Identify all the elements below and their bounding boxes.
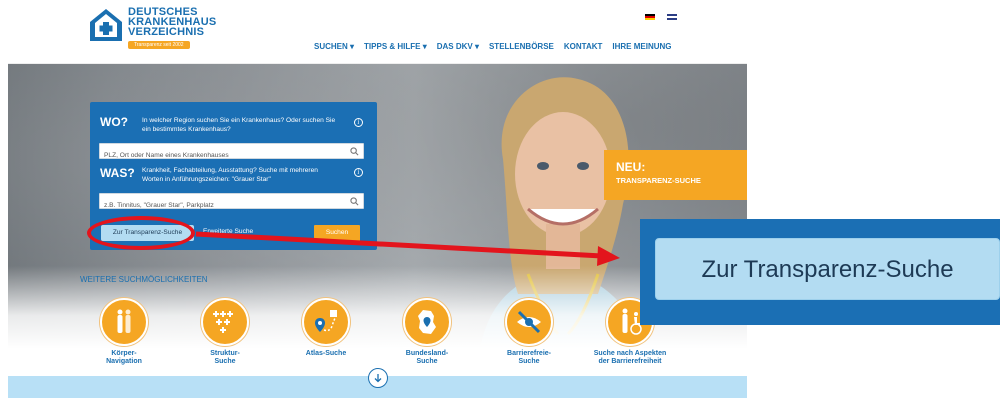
was-description: Krankheit, Fachabteilung, Ausstattung? S… [142, 167, 318, 183]
nav-suchen[interactable]: SUCHEN ▾ [314, 42, 354, 51]
neu-banner-title: NEU: [616, 160, 646, 174]
wo-search-input[interactable] [100, 148, 340, 163]
logo[interactable]: DEUTSCHES KRANKENHAUS VERZEICHNIS Transp… [88, 7, 216, 49]
highlight-ellipse [87, 216, 195, 250]
logo-tagline: Transparenz seit 2002 [128, 41, 190, 49]
search-icon[interactable] [350, 197, 359, 206]
uk-flag-icon[interactable] [667, 14, 677, 20]
de-flag-icon[interactable] [645, 14, 655, 20]
search-icon[interactable] [350, 147, 359, 156]
was-search-input[interactable] [100, 198, 340, 213]
nav-tipps-hilfe[interactable]: TIPPS & HILFE ▾ [364, 42, 427, 51]
site-header: DEUTSCHES KRANKENHAUS VERZEICHNIS Transp… [8, 0, 747, 64]
option-barrierefreie-suche[interactable]: Barrierefreie- Suche [484, 298, 574, 366]
was-info-icon[interactable]: i [354, 168, 363, 177]
crosses-icon [201, 298, 249, 346]
nav-ihre-meinung[interactable]: IHRE MEINUNG [612, 42, 671, 51]
option-label: Suche nach Aspekten der Barrierefreiheit [593, 350, 667, 365]
was-input-wrapper [99, 193, 364, 213]
nav-stellenboerse[interactable]: STELLENBÖRSE [489, 42, 554, 51]
option-label: Atlas-Suche [305, 350, 347, 357]
option-atlas-suche[interactable]: Atlas-Suche [281, 298, 371, 358]
search-submit-button[interactable]: Suchen [314, 225, 360, 241]
wo-input-wrapper [99, 143, 364, 163]
neu-transparenz-banner[interactable]: NEU: TRANSPARENZ-SUCHE [604, 150, 747, 200]
logo-text: DEUTSCHES KRANKENHAUS VERZEICHNIS Transp… [128, 7, 216, 49]
wo-description: In welcher Region suchen Sie ein Kranken… [142, 117, 336, 133]
main-nav: SUCHEN ▾ TIPPS & HILFE ▾ DAS DKV ▾ STELL… [314, 42, 672, 51]
option-label: Bundesland- Suche [405, 350, 449, 365]
was-label: WAS? [100, 166, 135, 180]
house-cross-logo-icon [90, 9, 122, 41]
arrow-down-icon [374, 374, 382, 383]
map-route-icon [302, 298, 350, 346]
eye-crossed-icon [505, 298, 553, 346]
option-bundesland-suche[interactable]: Bundesland- Suche [382, 298, 472, 366]
nav-das-dkv[interactable]: DAS DKV ▾ [437, 42, 479, 51]
wo-label: WO? [100, 115, 128, 129]
neu-banner-subtitle: TRANSPARENZ-SUCHE [616, 176, 701, 185]
option-label: Struktur- Suche [210, 350, 240, 365]
wo-info-icon[interactable]: i [354, 118, 363, 127]
logo-line-3: VERZEICHNIS [128, 26, 205, 38]
germany-map-icon [403, 298, 451, 346]
advanced-search-link[interactable]: Erweiterte Suche [203, 228, 253, 235]
nav-kontakt[interactable]: KONTAKT [564, 42, 603, 51]
option-struktur-suche[interactable]: Struktur- Suche [180, 298, 270, 366]
zoom-callout: Zur Transparenz-Suche [640, 219, 1000, 325]
option-label: Körper- Navigation [106, 350, 142, 365]
more-search-options-title: WEITERE SUCHMÖGLICHKEITEN [80, 275, 208, 284]
option-label: Barrierefreie- Suche [507, 350, 551, 365]
body-icon [100, 298, 148, 346]
language-switcher [645, 14, 677, 20]
zoomed-transparenz-button[interactable]: Zur Transparenz-Suche [655, 238, 1000, 300]
scroll-down-button[interactable] [368, 368, 388, 388]
page: DEUTSCHES KRANKENHAUS VERZEICHNIS Transp… [0, 0, 1000, 398]
option-koerper-navigation[interactable]: Körper- Navigation [79, 298, 169, 366]
